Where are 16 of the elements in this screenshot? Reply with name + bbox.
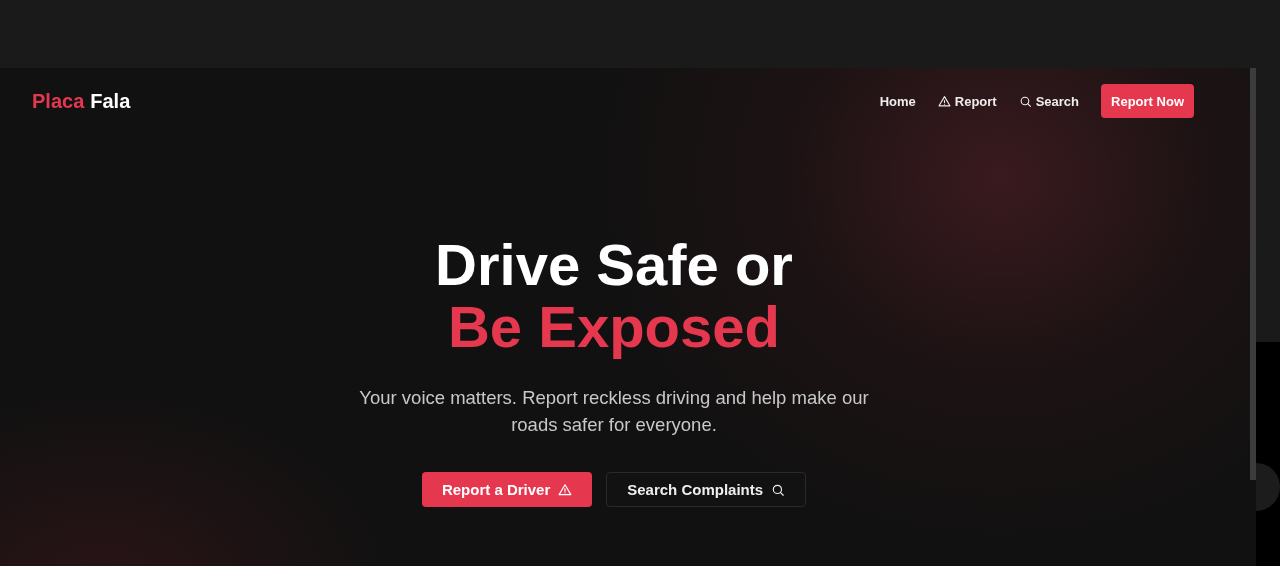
search-complaints-button[interactable]: Search Complaints — [606, 472, 807, 507]
hero-title: Drive Safe or — [435, 234, 793, 296]
logo-text[interactable]: Placa — [32, 89, 85, 113]
hero-subtitle: Your voice matters. Report reckless driving and help make our roads safer for everyone. — [358, 386, 870, 437]
scrollbar[interactable] — [1250, 68, 1256, 480]
search-icon — [1018, 94, 1032, 108]
search-icon — [771, 482, 786, 497]
nav-link[interactable]: Search — [1018, 93, 1080, 109]
logo-text[interactable]: Fala — [90, 89, 131, 113]
hero-title: Be Exposed — [448, 296, 780, 358]
warning-icon — [937, 94, 951, 108]
nav-link[interactable]: Report — [937, 93, 997, 109]
warning-icon — [558, 482, 573, 497]
report-driver-button[interactable]: Report a Driver — [421, 472, 593, 507]
nav-link[interactable]: Home — [879, 93, 916, 109]
report-now-button[interactable]: Report Now — [1101, 84, 1194, 118]
